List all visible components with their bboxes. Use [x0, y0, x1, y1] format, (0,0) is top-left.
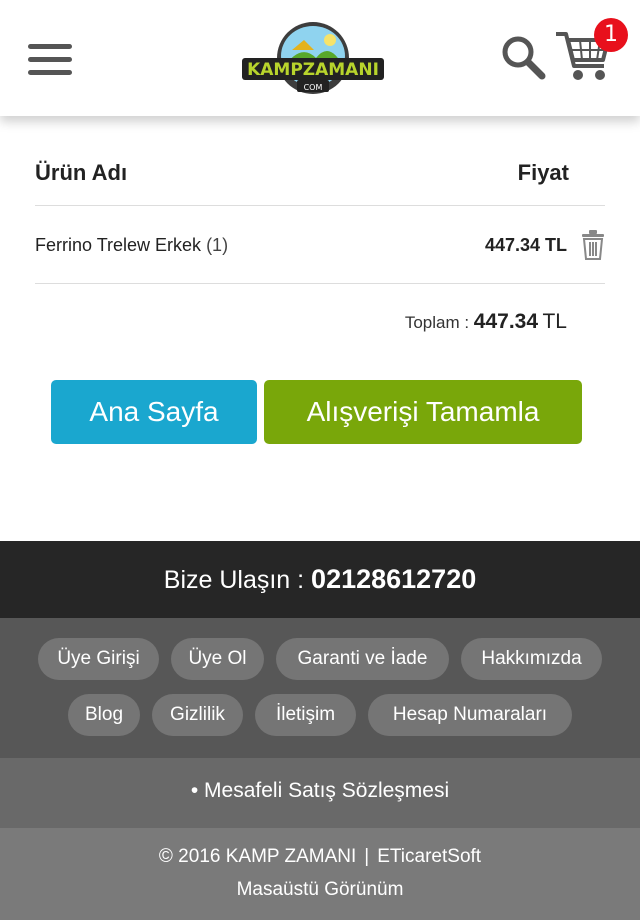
- separator: |: [364, 846, 370, 867]
- product-name-text: Ferrino Trelew Erkek: [35, 235, 202, 255]
- footer-link-warranty[interactable]: Garanti ve İade: [276, 638, 449, 680]
- site-header: KAMPZAMANI COM 1: [0, 0, 640, 116]
- home-button[interactable]: Ana Sayfa: [51, 380, 257, 444]
- contact-label: Bize Ulaşın :: [163, 566, 312, 594]
- copyright-section: © 2016 KAMP ZAMANI | ETicaretSoft Masaüstü…: [0, 828, 640, 920]
- checkout-button[interactable]: Alışverişi Tamamla: [264, 380, 582, 444]
- product-quantity: (1): [206, 235, 229, 255]
- column-header-price: Fiyat: [517, 160, 569, 185]
- table-row: Ferrino Trelew Erkek (1) 447.34 TL: [35, 206, 605, 284]
- vendor-link[interactable]: ETicaretSoft: [377, 846, 481, 867]
- product-name[interactable]: Ferrino Trelew Erkek (1): [35, 235, 228, 256]
- footer-link-member-login[interactable]: Üye Girişi: [38, 638, 159, 680]
- footer-links: Üye Girişi Üye Ol Garanti ve İade Hakkım…: [0, 618, 640, 758]
- column-header-product: Ürün Adı: [35, 160, 128, 185]
- footer-link-privacy[interactable]: Gizlilik: [152, 694, 243, 736]
- copyright-line: © 2016 KAMP ZAMANI | ETicaretSoft: [0, 846, 640, 868]
- product-price: 447.34 TL: [484, 235, 567, 255]
- copyright-text: © 2016 KAMP ZAMANI: [158, 846, 357, 867]
- footer-link-about[interactable]: Hakkımızda: [461, 638, 602, 680]
- contact-bar: Bize Ulaşın : 02128612720: [0, 541, 640, 618]
- menu-line: [28, 57, 72, 62]
- svg-text:COM: COM: [304, 83, 323, 92]
- cart-count-badge[interactable]: 1: [594, 18, 628, 52]
- cart-table: Ürün Adı Fiyat Ferrino Trelew Erkek (1) …: [35, 140, 605, 333]
- footer-link-bank-accounts[interactable]: Hesap Numaraları: [368, 694, 572, 736]
- svg-text:KAMPZAMANI: KAMPZAMANI: [247, 60, 379, 80]
- footer-link-blog[interactable]: Blog: [68, 694, 140, 736]
- menu-line: [28, 70, 72, 75]
- desktop-view-link[interactable]: Masaüstü Görünüm: [0, 879, 640, 901]
- footer-link-contact[interactable]: İletişim: [255, 694, 356, 736]
- cart-table-header: Ürün Adı Fiyat: [35, 140, 605, 206]
- trash-icon[interactable]: [581, 230, 605, 260]
- hamburger-icon[interactable]: [28, 44, 72, 78]
- cart-total: Toplam : 447.34 TL: [405, 310, 567, 334]
- contact-phone[interactable]: 02128612720: [311, 564, 476, 594]
- distance-sales-contract-link[interactable]: • Mesafeli Satış Sözleşmesi: [0, 758, 640, 828]
- total-value: 447.34: [473, 310, 539, 333]
- search-icon[interactable]: [500, 34, 546, 80]
- total-currency: TL: [542, 310, 567, 333]
- menu-line: [28, 44, 72, 49]
- footer-link-register[interactable]: Üye Ol: [171, 638, 264, 680]
- kampzamani-logo[interactable]: KAMPZAMANI COM: [240, 20, 386, 98]
- total-label: Toplam :: [404, 313, 474, 332]
